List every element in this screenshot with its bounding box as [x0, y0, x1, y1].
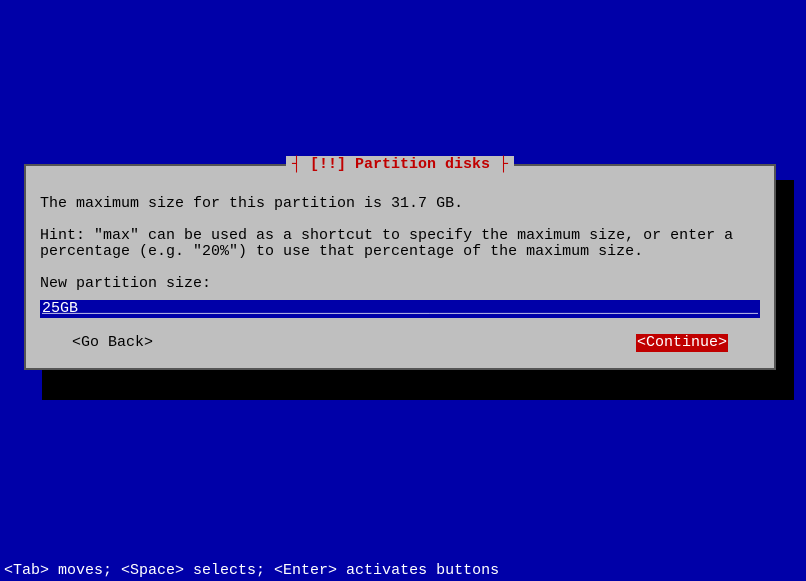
status-bar: <Tab> moves; <Space> selects; <Enter> ac…	[0, 563, 806, 581]
input-underline: ________________________________________…	[42, 300, 758, 318]
prompt-label: New partition size:	[40, 276, 760, 292]
status-text: <Tab> moves; <Space> selects; <Enter> ac…	[4, 562, 499, 579]
continue-button[interactable]: <Continue>	[636, 334, 728, 352]
partition-size-input[interactable]: ________________________________________…	[40, 300, 760, 318]
max-size-text: The maximum size for this partition is 3…	[40, 196, 760, 212]
button-row: <Go Back> <Continue>	[40, 334, 760, 352]
hint-text: Hint: "max" can be used as a shortcut to…	[40, 228, 760, 260]
partition-dialog: ┤ [!!] Partition disks ├ The maximum siz…	[24, 164, 776, 370]
go-back-button[interactable]: <Go Back>	[72, 334, 153, 352]
dialog-title-wrap: ┤ [!!] Partition disks ├	[26, 156, 774, 174]
dialog-title: ┤ [!!] Partition disks ├	[286, 156, 514, 173]
partition-size-value: 25GB	[42, 300, 78, 317]
